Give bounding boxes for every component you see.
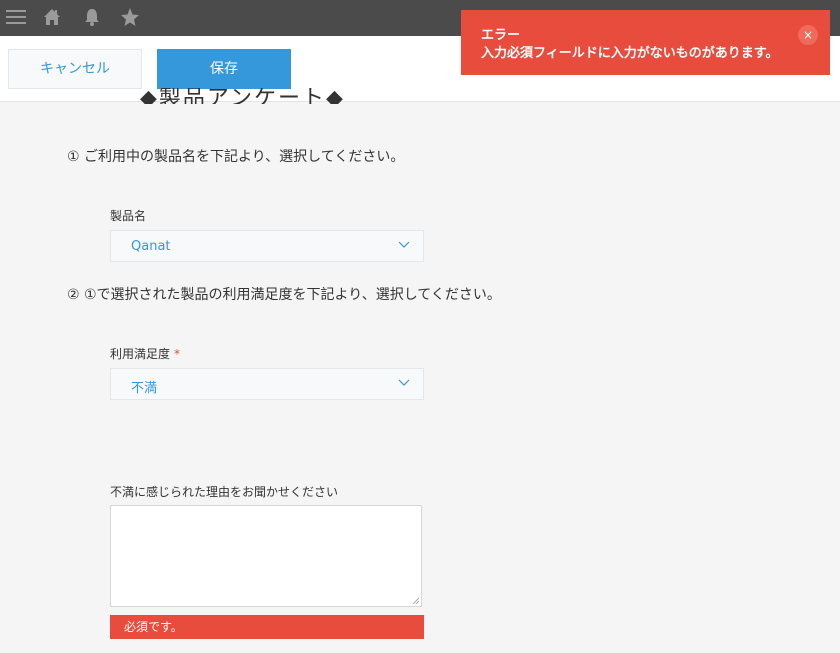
toast-title: エラー: [481, 28, 521, 43]
error-toast: エラー 入力必須フィールドに入力がないものがあります。 ×: [461, 10, 830, 75]
chevron-down-icon: [398, 379, 410, 386]
home-icon[interactable]: [40, 6, 64, 30]
product-name-value: Qanat: [131, 239, 171, 254]
required-mark: *: [174, 347, 181, 361]
reason-textarea[interactable]: [110, 505, 422, 607]
cancel-button[interactable]: キャンセル: [8, 49, 142, 89]
question-2-text: ② ①で選択された製品の利用満足度を下記より、選択してください。: [67, 287, 501, 303]
hamburger-icon[interactable]: [4, 6, 28, 30]
toast-message: 入力必須フィールドに入力がないものがあります。: [481, 46, 779, 61]
resize-grip-icon[interactable]: [411, 596, 419, 604]
save-button[interactable]: 保存: [157, 49, 291, 89]
satisfaction-select[interactable]: 不満: [110, 368, 424, 400]
product-name-label: 製品名: [110, 209, 147, 223]
star-icon[interactable]: [118, 6, 142, 30]
bell-icon[interactable]: [80, 6, 104, 30]
chevron-down-icon: [398, 241, 410, 248]
close-icon[interactable]: ×: [798, 25, 818, 45]
satisfaction-label-text: 利用満足度: [110, 347, 171, 361]
satisfaction-value: 不満: [131, 381, 158, 396]
satisfaction-label: 利用満足度 *: [110, 345, 180, 362]
form-heading: ◆製品アンケート◆: [140, 88, 345, 104]
question-1-text: ① ご利用中の製品名を下記より、選択してください。: [67, 149, 405, 165]
reason-label: 不満に感じられた理由をお聞かせください: [110, 485, 339, 499]
product-name-select[interactable]: Qanat: [110, 230, 424, 262]
reason-error-message: 必須です。: [110, 615, 424, 639]
